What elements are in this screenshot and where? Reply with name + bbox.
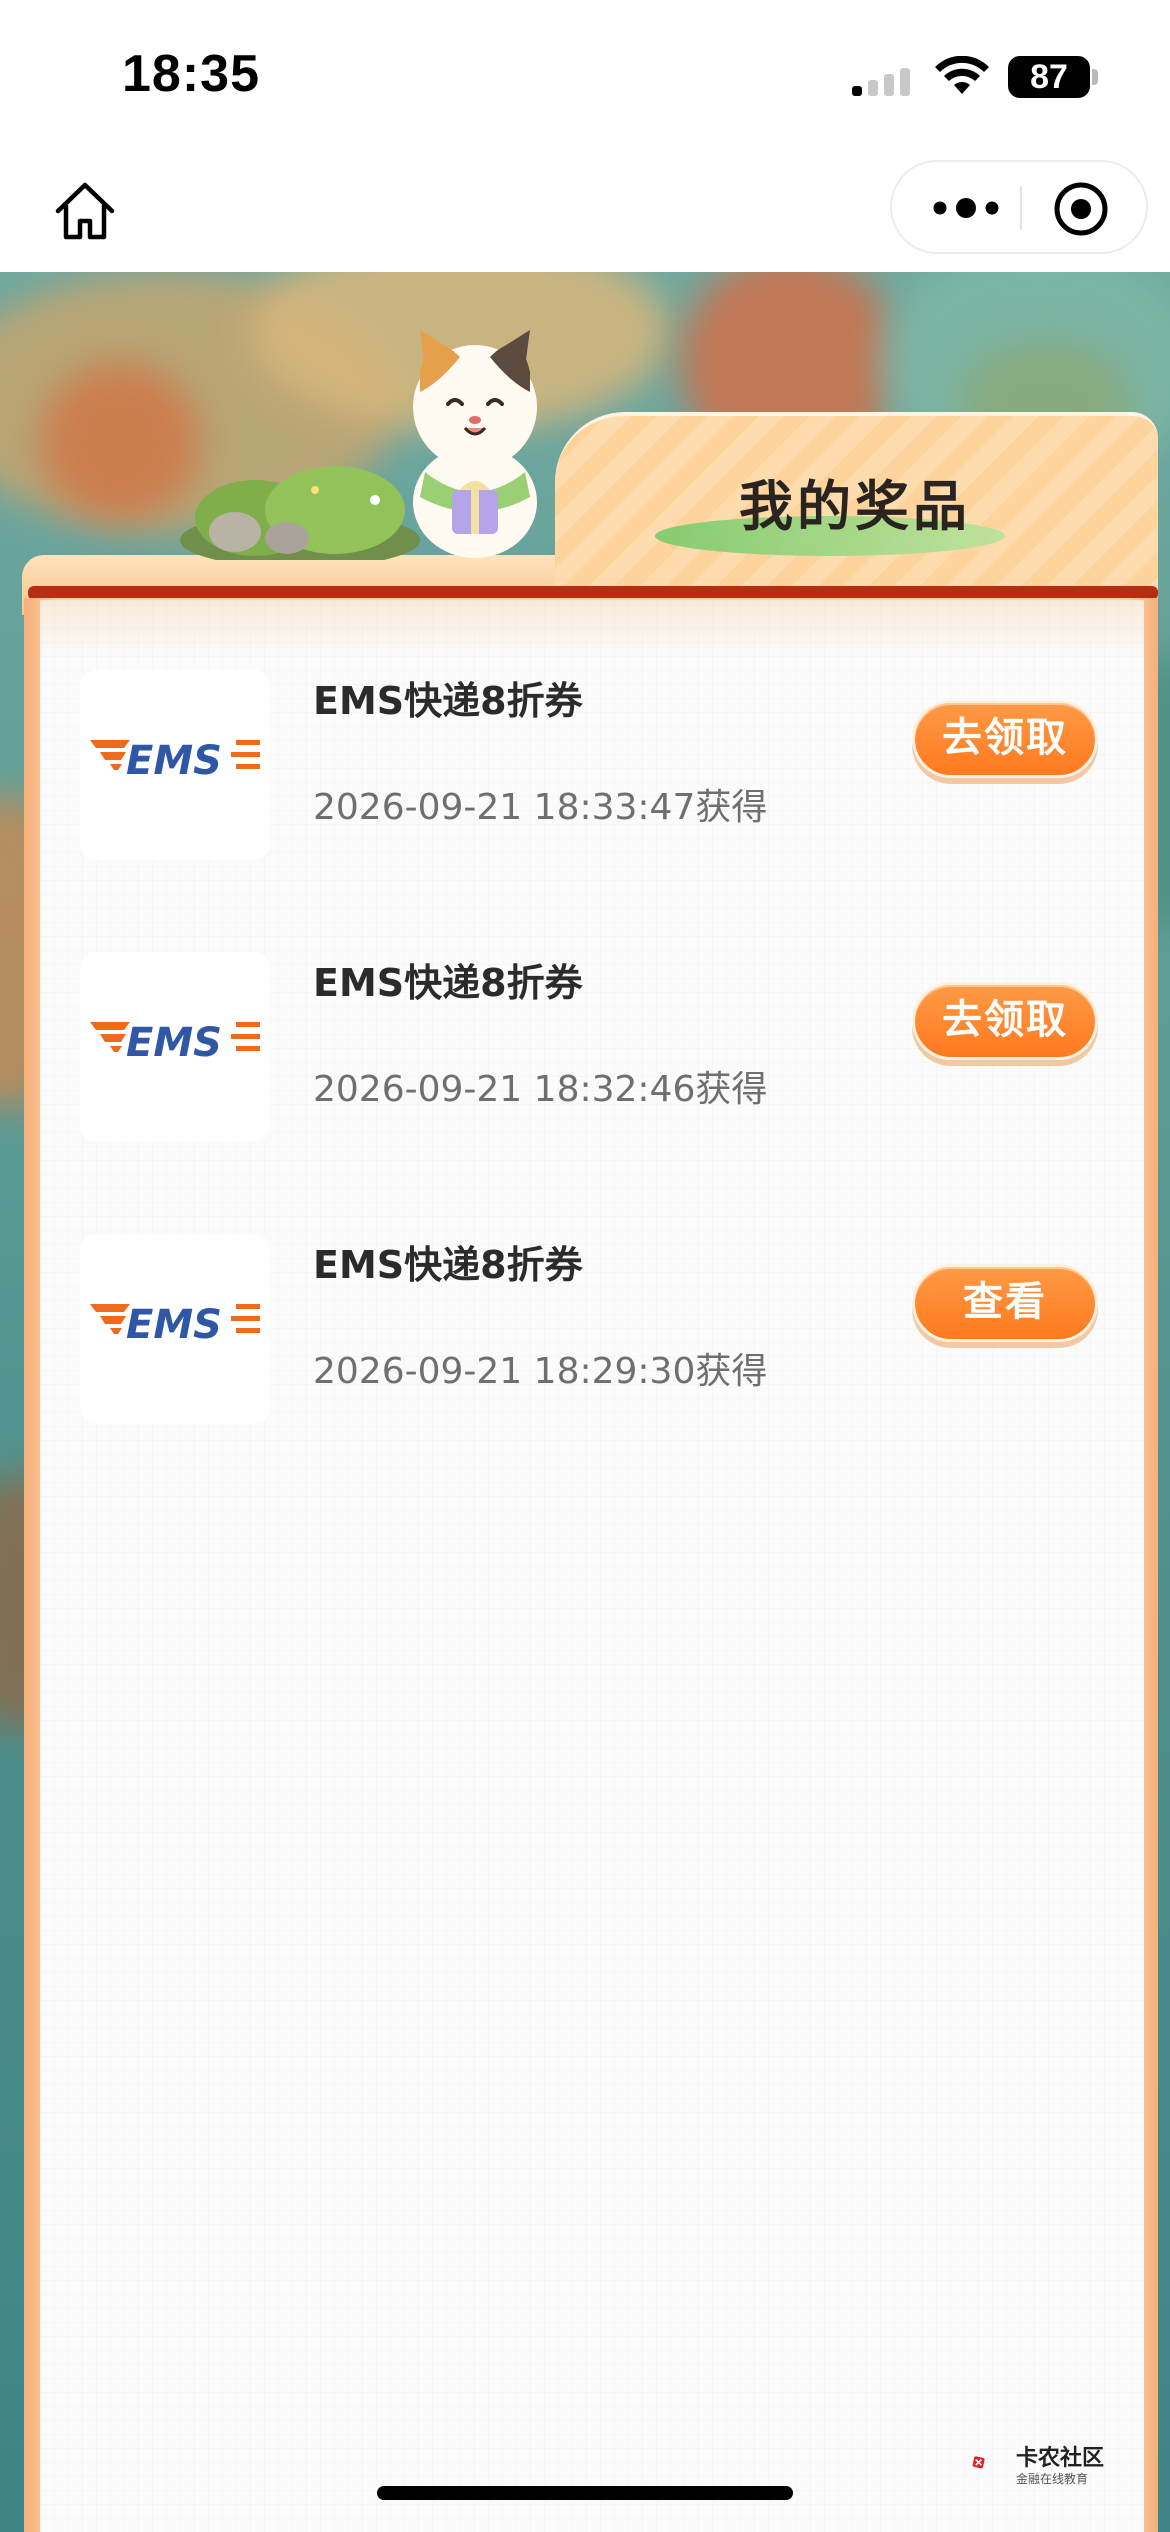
kanong-logo-icon xyxy=(972,2456,985,2469)
list-item: EMS EMS快递8折券 2026-09-21 18:32:46获得 去领取 xyxy=(40,952,1144,1172)
claim-button[interactable]: 去领取 xyxy=(912,982,1098,1060)
cellular-signal-icon xyxy=(852,68,910,96)
prize-time: 2026-09-21 18:33:47获得 xyxy=(313,787,768,828)
prize-title: EMS快递8折券 xyxy=(313,679,583,723)
ems-logo-text: EMS xyxy=(126,1302,222,1348)
ems-logo-text: EMS xyxy=(126,1020,222,1066)
claim-button[interactable]: 去领取 xyxy=(912,700,1098,778)
watermark-title: 卡农社区 xyxy=(1016,2446,1105,2471)
mini-program-nav-bar xyxy=(0,150,1170,272)
view-button[interactable]: 查看 xyxy=(912,1264,1098,1342)
prize-title: EMS快递8折券 xyxy=(313,1243,583,1287)
ems-logo-text: EMS xyxy=(126,738,222,784)
home-icon[interactable] xyxy=(50,175,120,245)
prize-time: 2026-09-21 18:29:30获得 xyxy=(313,1351,768,1392)
watermark-subtitle: 金融在线教育 xyxy=(1016,2472,1089,2486)
home-indicator xyxy=(377,2486,793,2500)
page-title: 我的奖品 xyxy=(739,475,971,538)
status-time: 18:35 xyxy=(122,45,260,103)
target-close-icon[interactable] xyxy=(1052,180,1110,238)
status-bar: 18:35 87 xyxy=(0,0,1170,150)
wifi-icon xyxy=(935,56,989,94)
prize-time: 2026-09-21 18:32:46获得 xyxy=(313,1069,768,1110)
cat-mascot-icon xyxy=(413,330,537,558)
capsule-divider xyxy=(1020,186,1022,230)
more-dots-icon[interactable] xyxy=(926,186,1006,230)
capsule-menu xyxy=(890,160,1148,254)
prize-title: EMS快递8折券 xyxy=(313,961,583,1005)
list-item: EMS EMS快递8折券 2026-09-21 18:29:30获得 查看 xyxy=(40,1234,1144,1454)
ems-logo-icon: EMS xyxy=(80,670,270,860)
panel-top-shade xyxy=(40,600,1144,660)
list-item: EMS EMS快递8折券 2026-09-21 18:33:47获得 去领取 xyxy=(40,670,1144,890)
battery-nub xyxy=(1092,69,1098,85)
battery-indicator: 87 xyxy=(1008,56,1090,98)
ems-logo-icon: EMS xyxy=(80,1234,270,1424)
ems-logo-icon: EMS xyxy=(80,952,270,1142)
